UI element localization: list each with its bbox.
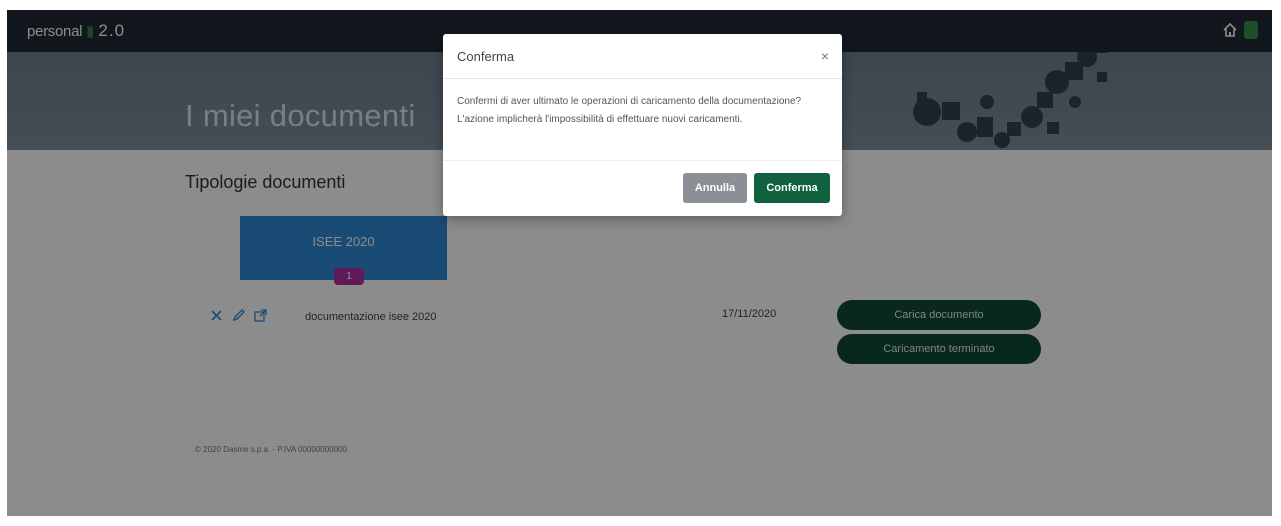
- cancel-button[interactable]: Annulla: [683, 173, 747, 203]
- confirm-dialog: Conferma × Confermi di aver ultimato le …: [443, 34, 842, 216]
- app-window: personal ▮ 2.0 I miei documenti Tipologie …: [7, 10, 1272, 516]
- dialog-footer: Annulla Conferma: [443, 161, 842, 215]
- close-icon[interactable]: ×: [821, 48, 829, 64]
- dialog-message: Confermi di aver ultimato le operazioni …: [443, 79, 842, 161]
- dialog-title: Conferma: [457, 49, 515, 64]
- confirm-button[interactable]: Conferma: [754, 173, 830, 203]
- dialog-header: Conferma ×: [443, 34, 842, 79]
